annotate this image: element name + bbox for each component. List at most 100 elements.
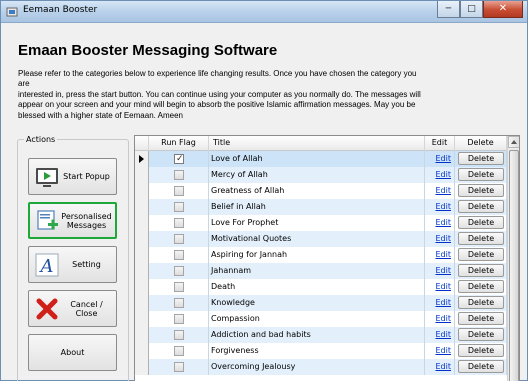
column-title[interactable]: Title (209, 136, 425, 151)
row-indicator[interactable] (135, 183, 149, 199)
table-row[interactable]: Knowledge Edit Delete (135, 295, 507, 311)
run-flag-checkbox[interactable] (174, 202, 184, 212)
title-cell[interactable]: Compassion (209, 311, 425, 327)
edit-link[interactable]: Edit (436, 330, 452, 339)
cancel-close-button[interactable]: Cancel / Close (28, 290, 117, 327)
title-cell[interactable]: Greatness of Allah (209, 183, 425, 199)
row-indicator[interactable] (135, 327, 149, 343)
run-flag-checkbox[interactable] (174, 170, 184, 180)
table-row[interactable]: Motivational Quotes Edit Delete (135, 231, 507, 247)
maximize-button[interactable]: □ (460, 1, 483, 18)
title-cell[interactable]: Aspiring for Jannah (209, 247, 425, 263)
setting-button[interactable]: A Setting (28, 246, 117, 283)
run-flag-checkbox[interactable] (174, 314, 184, 324)
edit-link[interactable]: Edit (436, 298, 452, 307)
close-button[interactable]: ✕ (483, 1, 523, 18)
run-flag-checkbox[interactable] (174, 234, 184, 244)
edit-link[interactable]: Edit (436, 346, 452, 355)
title-bar[interactable]: Eemaan Booster ─ □ ✕ (1, 1, 527, 23)
table-row[interactable]: Addiction and bad habits Edit Delete (135, 327, 507, 343)
edit-link[interactable]: Edit (436, 218, 452, 227)
delete-button[interactable]: Delete (458, 264, 504, 277)
row-indicator[interactable] (135, 167, 149, 183)
row-indicator[interactable] (135, 263, 149, 279)
edit-link[interactable]: Edit (436, 250, 452, 259)
edit-link[interactable]: Edit (436, 170, 452, 179)
delete-button[interactable]: Delete (458, 328, 504, 341)
about-button[interactable]: About (28, 334, 117, 371)
delete-button[interactable]: Delete (458, 312, 504, 325)
run-flag-checkbox[interactable] (174, 152, 184, 167)
delete-button[interactable]: Delete (458, 184, 504, 197)
table-row[interactable]: Greatness of Allah Edit Delete (135, 183, 507, 199)
scroll-thumb[interactable] (509, 150, 519, 381)
row-indicator[interactable] (135, 199, 149, 215)
delete-button[interactable]: Delete (458, 296, 504, 309)
edit-link[interactable]: Edit (436, 234, 452, 243)
personalised-messages-button[interactable]: Personalised Messages (28, 202, 117, 239)
table-row[interactable]: Jahannam Edit Delete (135, 263, 507, 279)
title-cell[interactable]: Motivational Quotes (209, 231, 425, 247)
row-indicator[interactable] (135, 151, 149, 167)
table-row[interactable]: Compassion Edit Delete (135, 311, 507, 327)
title-cell[interactable]: Addiction and bad habits (209, 327, 425, 343)
run-flag-checkbox[interactable] (174, 346, 184, 356)
delete-button[interactable]: Delete (458, 360, 504, 373)
table-row[interactable]: Belief in Allah Edit Delete (135, 199, 507, 215)
title-cell[interactable]: Death (209, 279, 425, 295)
title-cell[interactable]: Knowledge (209, 295, 425, 311)
table-row[interactable]: Forgiveness Edit Delete (135, 343, 507, 359)
column-delete[interactable]: Delete (455, 136, 507, 151)
row-indicator[interactable] (135, 247, 149, 263)
row-indicator[interactable] (135, 279, 149, 295)
delete-button[interactable]: Delete (458, 344, 504, 357)
delete-button[interactable]: Delete (458, 248, 504, 261)
row-indicator[interactable] (135, 231, 149, 247)
table-row[interactable]: Mercy of Allah Edit Delete (135, 167, 507, 183)
edit-link[interactable]: Edit (436, 282, 452, 291)
run-flag-checkbox[interactable] (174, 266, 184, 276)
delete-button[interactable]: Delete (458, 216, 504, 229)
categories-grid[interactable]: Run Flag Title Edit Delete Love of Allah… (134, 135, 520, 381)
title-cell[interactable]: Love of Allah (209, 151, 425, 167)
delete-button[interactable]: Delete (458, 152, 504, 165)
row-indicator[interactable] (135, 311, 149, 327)
row-indicator[interactable] (135, 343, 149, 359)
edit-link[interactable]: Edit (436, 154, 452, 163)
delete-button[interactable]: Delete (458, 280, 504, 293)
run-flag-checkbox[interactable] (174, 298, 184, 308)
run-flag-checkbox[interactable] (174, 362, 184, 372)
table-row[interactable]: Love For Prophet Edit Delete (135, 215, 507, 231)
delete-button[interactable]: Delete (458, 168, 504, 181)
edit-link[interactable]: Edit (436, 186, 452, 195)
minimize-button[interactable]: ─ (437, 1, 460, 18)
edit-link[interactable]: Edit (436, 362, 452, 371)
title-cell[interactable]: Mercy of Allah (209, 167, 425, 183)
scroll-up-arrow-icon[interactable] (508, 136, 519, 148)
delete-button[interactable]: Delete (458, 200, 504, 213)
edit-link[interactable]: Edit (436, 202, 452, 211)
column-run-flag[interactable]: Run Flag (149, 136, 209, 151)
title-cell[interactable]: Forgiveness (209, 343, 425, 359)
run-flag-checkbox[interactable] (174, 186, 184, 196)
table-row[interactable]: Death Edit Delete (135, 279, 507, 295)
start-popup-button[interactable]: Start Popup (28, 158, 117, 195)
vertical-scrollbar[interactable] (507, 136, 519, 381)
title-cell[interactable]: Overcoming Jealousy (209, 359, 425, 375)
title-cell[interactable]: Jahannam (209, 263, 425, 279)
table-row[interactable]: Aspiring for Jannah Edit Delete (135, 247, 507, 263)
run-flag-checkbox[interactable] (174, 330, 184, 340)
delete-button[interactable]: Delete (458, 232, 504, 245)
table-row[interactable]: Overcoming Jealousy Edit Delete (135, 359, 507, 375)
row-indicator[interactable] (135, 215, 149, 231)
run-flag-checkbox[interactable] (174, 218, 184, 228)
edit-link[interactable]: Edit (436, 266, 452, 275)
edit-link[interactable]: Edit (436, 314, 452, 323)
row-indicator[interactable] (135, 295, 149, 311)
title-cell[interactable]: Belief in Allah (209, 199, 425, 215)
column-edit[interactable]: Edit (425, 136, 455, 151)
run-flag-checkbox[interactable] (174, 282, 184, 292)
table-row[interactable]: Love of Allah Edit Delete (135, 151, 507, 167)
title-cell[interactable]: Love For Prophet (209, 215, 425, 231)
run-flag-checkbox[interactable] (174, 250, 184, 260)
